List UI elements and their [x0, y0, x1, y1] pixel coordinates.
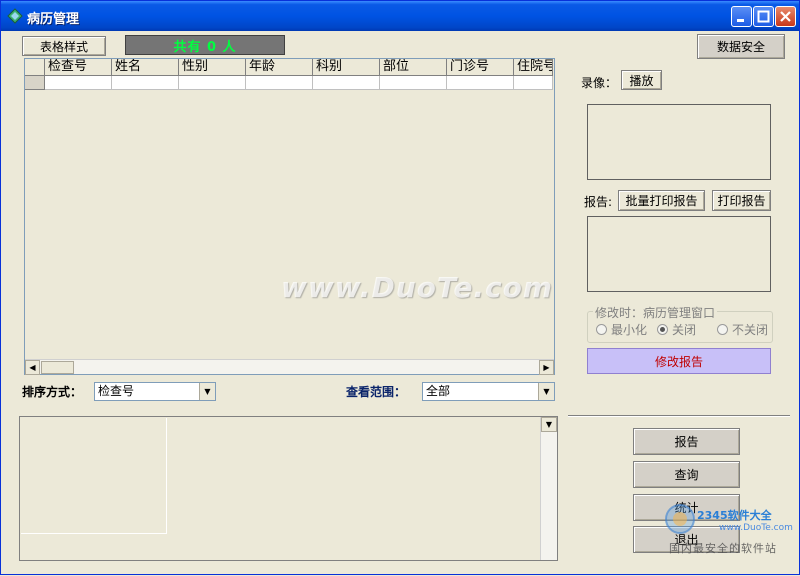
- table-style-button[interactable]: 表格样式: [22, 36, 106, 56]
- modify-window-group-title: 修改时：病历管理窗口: [593, 304, 718, 321]
- maximize-icon: [757, 10, 770, 23]
- radio-close-label: 关闭: [672, 323, 697, 337]
- table-cell[interactable]: [179, 76, 246, 90]
- 2345-logo-icon: [665, 504, 695, 534]
- table-cell[interactable]: [45, 76, 112, 90]
- app-icon: [7, 8, 23, 24]
- radio-not-close[interactable]: 不关闭: [717, 321, 768, 338]
- print-report-button[interactable]: 打印报告: [712, 190, 771, 211]
- details-thumbnail: [21, 418, 167, 534]
- radio-not-close-label: 不关闭: [732, 323, 769, 337]
- table-cell[interactable]: [514, 76, 553, 90]
- main-window: 病历管理 表格样式 共有 0 人 数据安全 检查号 姓名 性别 年龄 科别 部位…: [0, 0, 800, 575]
- details-vertical-scrollbar[interactable]: ▲ ▼: [540, 417, 557, 560]
- maximize-button[interactable]: [753, 6, 774, 27]
- 2345-watermark-logo: 2345软件大全 www.DuoTe.com 国内最安全的软件站: [661, 501, 800, 576]
- report-label: 报告:: [584, 195, 613, 209]
- row-selector[interactable]: [25, 76, 45, 90]
- radio-not-close-icon[interactable]: [717, 324, 728, 335]
- column-header-body-part[interactable]: 部位: [380, 59, 447, 76]
- radio-close-icon[interactable]: [657, 324, 668, 335]
- scroll-thumb[interactable]: [41, 361, 74, 374]
- column-header-gender[interactable]: 性别: [179, 59, 246, 76]
- view-range-select[interactable]: 全部 ▼: [422, 382, 555, 401]
- column-header-age[interactable]: 年龄: [246, 59, 313, 76]
- report-button[interactable]: 报告: [633, 428, 740, 455]
- video-preview: [587, 104, 771, 180]
- table-cell[interactable]: [313, 76, 380, 90]
- table-cell[interactable]: [447, 76, 514, 90]
- radio-minimize[interactable]: 最小化: [596, 321, 647, 338]
- data-security-button[interactable]: 数据安全: [697, 34, 785, 59]
- table-cell[interactable]: [380, 76, 447, 90]
- scroll-left-icon[interactable]: ◀: [25, 360, 40, 375]
- sort-select-value: 检查号: [98, 384, 135, 398]
- close-button[interactable]: [775, 6, 796, 27]
- scroll-down-icon[interactable]: ▼: [541, 417, 557, 432]
- minimize-button[interactable]: [731, 6, 752, 27]
- table-row[interactable]: [25, 76, 553, 90]
- records-grid[interactable]: 检查号 姓名 性别 年龄 科别 部位 门诊号 住院号 ◀ ▶: [24, 58, 555, 375]
- minimize-icon: [737, 19, 744, 22]
- edit-report-button[interactable]: 修改报告: [587, 348, 771, 374]
- 2345-site-text: www.DuoTe.com: [719, 523, 793, 533]
- divider: [568, 415, 790, 417]
- grid-corner: [25, 59, 45, 76]
- radio-minimize-label: 最小化: [611, 323, 648, 337]
- 2345-brand-text: 2345软件大全: [697, 509, 772, 522]
- 2345-slogan-text: 国内最安全的软件站: [669, 542, 777, 555]
- column-header-department[interactable]: 科别: [313, 59, 380, 76]
- play-button[interactable]: 播放: [621, 70, 662, 90]
- window-title: 病历管理: [27, 12, 80, 27]
- column-header-exam-no[interactable]: 检查号: [45, 59, 112, 76]
- close-icon: [780, 11, 791, 22]
- radio-minimize-icon[interactable]: [596, 324, 607, 335]
- chevron-down-icon[interactable]: ▼: [538, 383, 554, 400]
- view-range-label: 查看范围：: [346, 385, 407, 399]
- batch-print-report-button[interactable]: 批量打印报告: [618, 190, 705, 211]
- video-label: 录像：: [581, 76, 618, 90]
- table-cell[interactable]: [112, 76, 179, 90]
- query-button[interactable]: 查询: [633, 461, 740, 488]
- grid-header: 检查号 姓名 性别 年龄 科别 部位 门诊号 住院号: [25, 59, 553, 76]
- column-header-inpatient-no[interactable]: 住院号: [514, 59, 553, 76]
- radio-close[interactable]: 关闭: [657, 321, 696, 338]
- sort-label: 排序方式：: [22, 385, 83, 399]
- view-range-select-value: 全部: [426, 384, 451, 398]
- sort-select[interactable]: 检查号 ▼: [94, 382, 216, 401]
- grid-horizontal-scrollbar[interactable]: ◀ ▶: [25, 359, 554, 375]
- chevron-down-icon[interactable]: ▼: [199, 383, 215, 400]
- details-panel[interactable]: ▲ ▼: [19, 416, 558, 561]
- table-cell[interactable]: [246, 76, 313, 90]
- patient-count-display: 共有 0 人: [125, 35, 285, 55]
- duote-watermark: www.DuoTe.com: [281, 271, 553, 304]
- report-preview: [587, 216, 771, 292]
- column-header-outpatient-no[interactable]: 门诊号: [447, 59, 514, 76]
- scroll-right-icon[interactable]: ▶: [539, 360, 554, 375]
- column-header-name[interactable]: 姓名: [112, 59, 179, 76]
- title-bar[interactable]: 病历管理: [1, 1, 799, 31]
